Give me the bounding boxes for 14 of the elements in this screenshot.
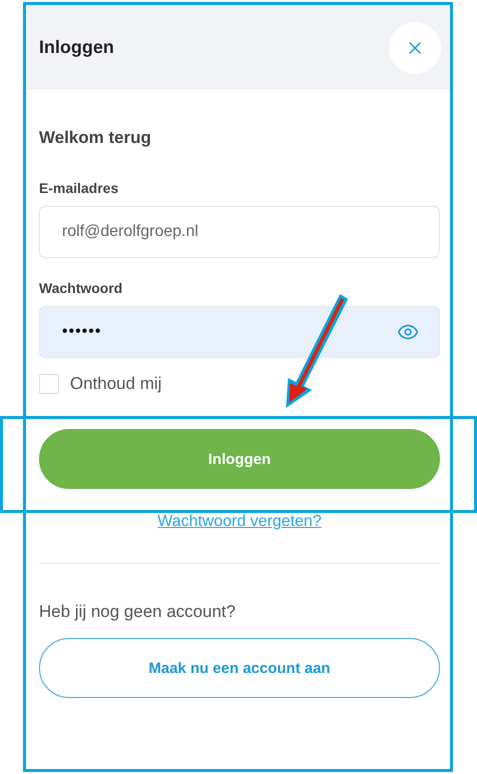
checkbox-label: Onthoud mij <box>70 374 162 394</box>
signup-prompt: Heb jij nog geen account? <box>39 602 237 622</box>
email-field[interactable]: rolf@derolfgroep.nl <box>39 206 440 258</box>
field-label: E-mailadres <box>39 180 120 196</box>
login-button[interactable]: Inloggen <box>39 429 440 489</box>
masked-password: •••••• <box>62 323 102 341</box>
password-field[interactable]: •••••• <box>39 306 440 358</box>
checkbox[interactable] <box>39 374 59 394</box>
field-value: rolf@derolfgroep.nl <box>62 223 198 241</box>
field-label: Wachtwoord <box>39 280 124 296</box>
welcome-heading: Welkom terug <box>39 128 152 148</box>
dialog-title: Inloggen <box>39 37 114 58</box>
forgot-password-link[interactable]: Wachtwoord vergeten? <box>158 513 322 530</box>
create-account-button[interactable]: Maak nu een account aan <box>39 638 440 698</box>
